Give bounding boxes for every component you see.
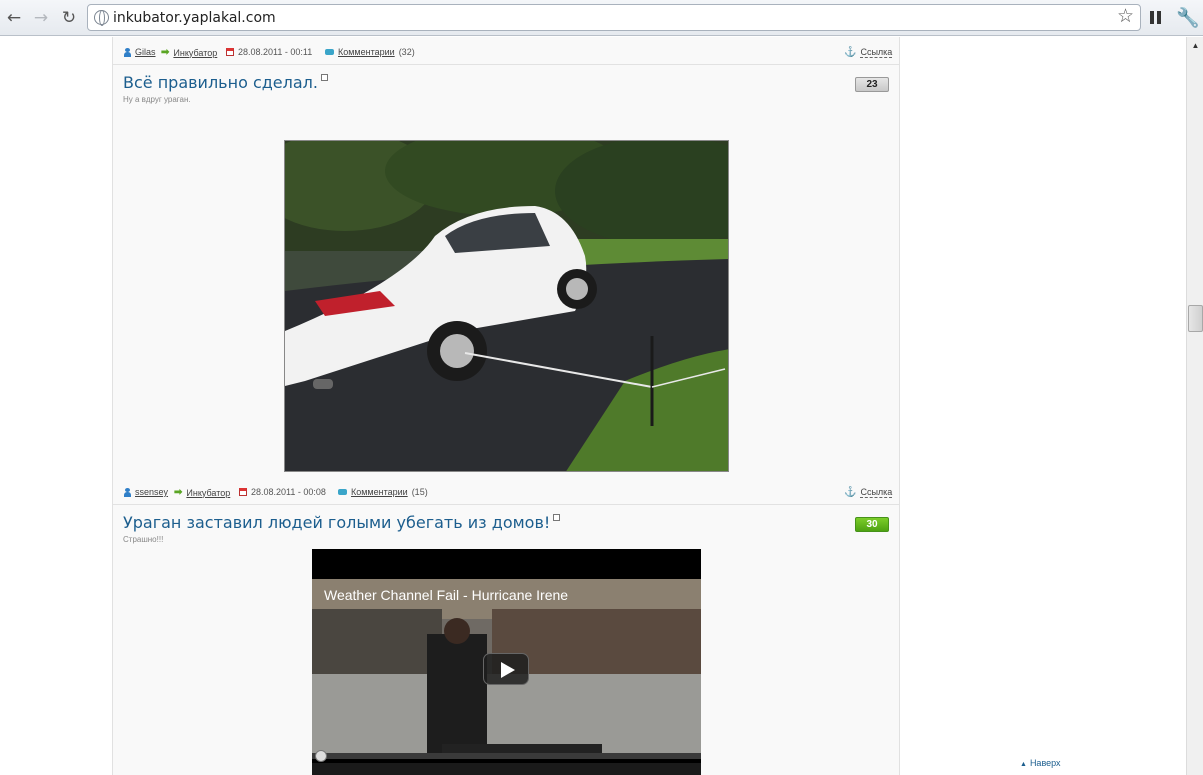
section-item: ➡ Инкубатор (174, 487, 230, 498)
browser-toolbar: ← → ↻ inkubator.yaplakal.com ☆ 🔧 (0, 0, 1203, 36)
star-icon[interactable]: ☆ (1117, 7, 1134, 27)
arrow-right-icon: ➡ (174, 487, 183, 498)
author-item: Gilas (124, 47, 156, 57)
post-title-text[interactable]: Ураган заставил людей голыми убегать из … (123, 513, 550, 532)
external-link-icon[interactable] (321, 74, 328, 81)
anchor-icon: ⚓ (844, 487, 857, 498)
section-link[interactable]: Инкубатор (173, 48, 217, 58)
post-title-text[interactable]: Всё правильно сделал. (123, 73, 318, 92)
section-link[interactable]: Инкубатор (186, 488, 230, 498)
video-title[interactable]: Weather Channel Fail - Hurricane Irene (324, 587, 568, 603)
permalink-item: ⚓ Ссылка (844, 487, 893, 498)
post-image[interactable] (284, 140, 729, 472)
address-bar[interactable]: inkubator.yaplakal.com ☆ (87, 4, 1141, 31)
scrollbar-thumb[interactable] (1188, 305, 1203, 332)
video-scrubber[interactable] (315, 750, 327, 762)
post-date: 28.08.2011 - 00:11 (238, 47, 313, 57)
rating-badge[interactable]: 30 (855, 517, 889, 532)
author-item: ssensey (124, 487, 168, 497)
video-controls[interactable] (312, 763, 701, 775)
video-progress-bar[interactable] (312, 753, 701, 759)
scroll-up-arrow-icon[interactable]: ▲ (1187, 37, 1203, 53)
globe-icon (94, 10, 109, 26)
calendar-icon (239, 488, 247, 496)
forward-arrow-icon[interactable]: → (30, 7, 52, 29)
car-photo (285, 141, 728, 471)
anchor-icon: ⚓ (844, 47, 857, 58)
section-item: ➡ Инкубатор (161, 47, 217, 58)
back-to-top-link[interactable]: ▲ Наверх (1020, 758, 1061, 768)
reload-icon[interactable]: ↻ (58, 7, 80, 29)
comments-count: (32) (398, 47, 415, 57)
user-icon (124, 487, 131, 497)
arrow-up-icon: ▲ (1020, 761, 1027, 768)
post-meta-bar: ssensey ➡ Инкубатор 28.08.2011 - 00:08 К… (113, 477, 899, 505)
post-meta-bar: Gilas ➡ Инкубатор 28.08.2011 - 00:11 Ком… (113, 37, 899, 65)
address-bar-url[interactable]: inkubator.yaplakal.com (113, 10, 276, 26)
author-link[interactable]: ssensey (135, 487, 168, 497)
permalink-item: ⚓ Ссылка (844, 47, 893, 58)
content-column: Gilas ➡ Инкубатор 28.08.2011 - 00:11 Ком… (112, 37, 900, 775)
play-icon[interactable] (483, 653, 529, 685)
calendar-icon (226, 48, 234, 56)
wrench-icon[interactable]: 🔧 (1176, 6, 1200, 30)
post-title[interactable]: Всё правильно сделал. (123, 73, 328, 92)
post-title[interactable]: Ураган заставил людей голыми убегать из … (123, 513, 561, 532)
comments-link[interactable]: Комментарии (338, 47, 395, 57)
permalink-link[interactable]: Ссылка (860, 47, 893, 58)
permalink-link[interactable]: Ссылка (860, 487, 893, 498)
rating-badge[interactable]: 23 (855, 77, 889, 92)
back-to-top-label[interactable]: Наверх (1030, 758, 1061, 768)
pause-icon[interactable] (1150, 11, 1161, 24)
user-icon (124, 47, 131, 57)
vertical-scrollbar[interactable]: ▲ (1186, 37, 1203, 775)
comments-item: Комментарии (15) (338, 487, 428, 497)
post-subtitle: Ну а вдруг ураган. (123, 95, 191, 104)
date-item: 28.08.2011 - 00:08 (239, 487, 326, 497)
date-item: 28.08.2011 - 00:11 (226, 47, 312, 57)
external-link-icon[interactable] (553, 514, 561, 521)
post-subtitle: Страшно!!! (123, 535, 164, 544)
comment-icon (325, 49, 334, 55)
author-link[interactable]: Gilas (135, 47, 156, 57)
comments-count: (15) (411, 487, 428, 497)
comments-item: Комментарии (32) (325, 47, 415, 57)
post-date: 28.08.2011 - 00:08 (251, 487, 326, 497)
comment-icon (338, 489, 347, 495)
arrow-right-icon: ➡ (161, 47, 170, 58)
comments-link[interactable]: Комментарии (351, 487, 408, 497)
video-player[interactable]: Weather Channel Fail - Hurricane Irene (312, 549, 701, 775)
back-arrow-icon[interactable]: ← (3, 7, 25, 29)
